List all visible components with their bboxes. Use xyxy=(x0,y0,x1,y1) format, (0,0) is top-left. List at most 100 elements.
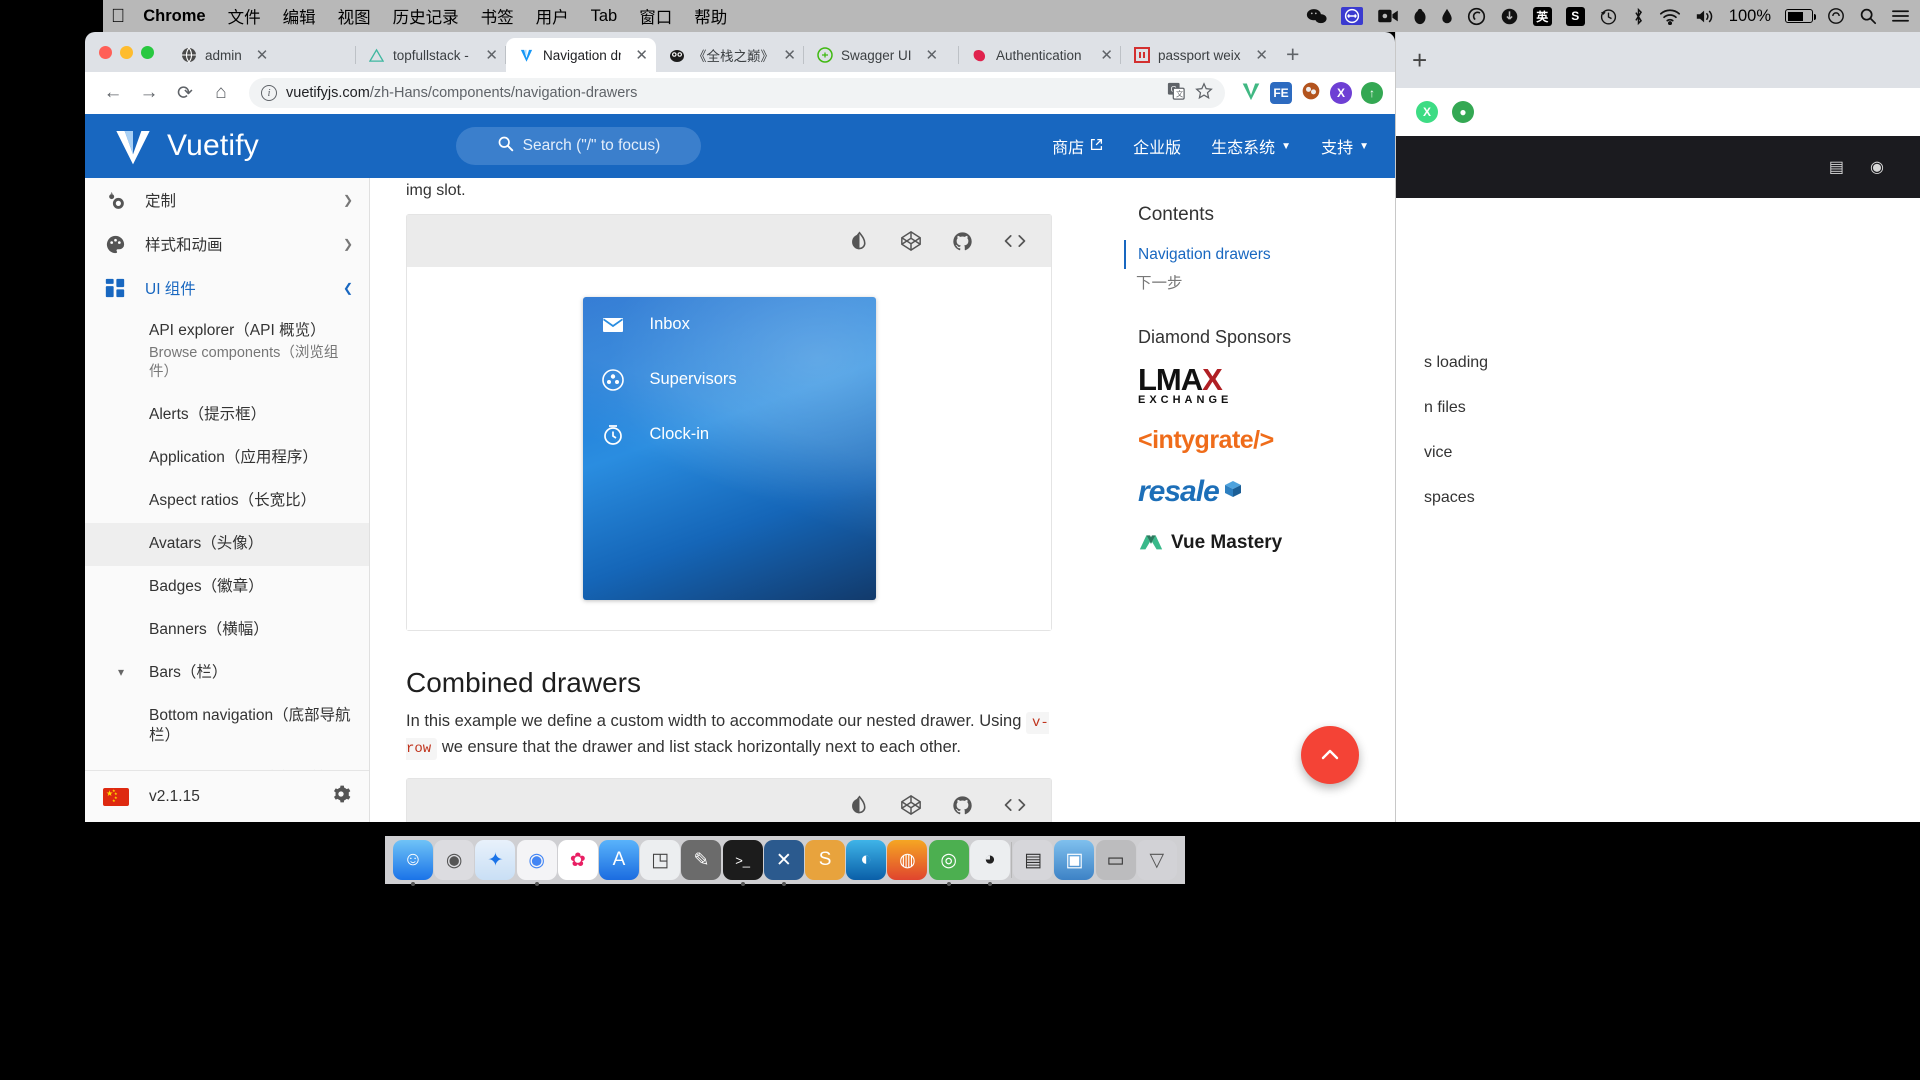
minimize-window-button[interactable] xyxy=(120,45,133,59)
screen-record-icon[interactable] xyxy=(1377,8,1399,24)
nav-item-ecosystem[interactable]: 生态系统 ▼ xyxy=(1211,134,1291,158)
dock-item-wechat[interactable]: ◎ xyxy=(928,840,969,886)
sidebar-item-bars[interactable]: Bars（栏） xyxy=(85,652,369,695)
profile-green-icon[interactable]: ↑ xyxy=(1361,82,1383,104)
site-info-icon[interactable]: i xyxy=(261,85,277,101)
codepen-icon[interactable] xyxy=(900,230,922,252)
dock-item-sublime[interactable]: S xyxy=(805,840,846,880)
toc-link-next-step[interactable]: 下一步 xyxy=(1124,269,1371,298)
github-icon[interactable] xyxy=(952,795,973,816)
dock-item-qq[interactable]: ◕ xyxy=(969,840,1010,886)
browser-tab[interactable]: topfullstack - topfu ✕ xyxy=(356,38,506,72)
apple-logo-icon[interactable]:  xyxy=(111,7,125,26)
menu-edit[interactable]: 编辑 xyxy=(283,4,316,28)
browser-tab[interactable]: admin ✕ xyxy=(168,38,356,72)
contrast-icon[interactable] xyxy=(849,230,870,252)
dock-item-gimp[interactable]: ✎ xyxy=(681,840,722,880)
dock-item-charles[interactable]: ▤ xyxy=(1013,840,1054,880)
sidebar-group-styles[interactable]: 样式和动画 ❯ xyxy=(85,222,369,266)
menu-chrome[interactable]: Chrome xyxy=(143,7,205,26)
dock-item-chrome[interactable]: ◉ xyxy=(516,840,557,886)
drawer-item-supervisors[interactable]: Supervisors xyxy=(583,352,876,407)
close-tab-button[interactable]: ✕ xyxy=(485,46,498,64)
contrast-icon[interactable] xyxy=(849,795,870,816)
vuetify-logo[interactable]: Vuetify xyxy=(111,126,373,166)
chevron-down-icon[interactable]: ❯ xyxy=(343,193,353,207)
close-tab-button[interactable]: ✕ xyxy=(635,46,648,64)
window-controls[interactable] xyxy=(93,32,168,72)
creative-cloud-icon[interactable] xyxy=(1467,7,1486,26)
dock-item-edge[interactable]: ◐ xyxy=(846,840,887,880)
code-icon[interactable] xyxy=(1003,795,1027,815)
menu-help[interactable]: 帮助 xyxy=(694,4,727,28)
time-machine-icon[interactable] xyxy=(1599,7,1618,26)
control-center-icon[interactable] xyxy=(1891,8,1910,24)
star-icon[interactable] xyxy=(1195,82,1213,104)
toc-link-navigation-drawers[interactable]: Navigation drawers xyxy=(1124,240,1371,270)
scroll-to-top-button[interactable] xyxy=(1301,726,1359,784)
dock-item-photos[interactable]: ✿ xyxy=(557,840,598,880)
sidebar-item-application[interactable]: Application（应用程序） xyxy=(85,437,369,480)
maximize-window-button[interactable] xyxy=(141,45,154,59)
forward-button[interactable]: → xyxy=(133,77,165,109)
menu-file[interactable]: 文件 xyxy=(228,4,261,28)
sponsor-resale[interactable]: resale xyxy=(1138,475,1371,509)
siri-icon[interactable] xyxy=(1827,7,1845,25)
sidebar-item-banners[interactable]: Banners（横幅） xyxy=(85,609,369,652)
nav-item-store[interactable]: 商店 xyxy=(1052,134,1103,158)
dock-item-preview[interactable]: ◳ xyxy=(640,840,681,880)
menu-profiles[interactable]: 用户 xyxy=(536,4,569,28)
nav-item-enterprise[interactable]: 企业版 xyxy=(1133,134,1181,158)
menu-bookmarks[interactable]: 书签 xyxy=(481,4,514,28)
sidebar-item-bottom-navigation[interactable]: Bottom navigation（底部导航栏） xyxy=(85,695,369,759)
close-window-button[interactable] xyxy=(99,45,112,59)
navigation-drawer-demo[interactable]: Inbox Supervisors Clock-in xyxy=(582,297,876,600)
home-button[interactable]: ⌂ xyxy=(205,77,237,109)
background-new-tab-button[interactable]: + xyxy=(1412,45,1427,76)
sogou-icon[interactable]: S xyxy=(1565,6,1585,26)
back-button[interactable]: ← xyxy=(97,77,129,109)
discord-icon[interactable]: ◉ xyxy=(1870,157,1884,177)
dock-item-display[interactable]: ▭ xyxy=(1095,840,1136,880)
menu-history[interactable]: 历史记录 xyxy=(393,4,459,28)
sponsor-intygrate[interactable]: <intygrate/> xyxy=(1138,426,1371,455)
sidebar-item-alerts[interactable]: Alerts（提示框） xyxy=(85,394,369,437)
browser-tab[interactable]: Swagger UI ✕ xyxy=(804,38,959,72)
browser-tab-active[interactable]: Navigation drawer ✕ xyxy=(506,38,656,72)
volume-icon[interactable] xyxy=(1695,8,1715,25)
account-x-icon[interactable]: X xyxy=(1330,82,1352,104)
search-icon[interactable] xyxy=(1859,7,1877,25)
docs-sidebar-scroll[interactable]: 定制 ❯ 样式和动画 ❯ UI 组件 ❮ API explorer（API 概览… xyxy=(85,178,369,770)
dock-item-folder[interactable]: ▣ xyxy=(1054,840,1095,880)
browser-tab[interactable]: Authentication | Ne ✕ xyxy=(959,38,1121,72)
close-tab-button[interactable]: ✕ xyxy=(1100,46,1113,64)
close-tab-button[interactable]: ✕ xyxy=(1255,46,1268,64)
drop-icon[interactable] xyxy=(1441,8,1453,25)
sidebar-item-avatars[interactable]: Avatars（头像） xyxy=(85,522,369,566)
close-tab-button[interactable]: ✕ xyxy=(783,46,796,64)
fe-helper-icon[interactable]: FE xyxy=(1270,82,1292,104)
menu-icon[interactable]: ▤ xyxy=(1829,157,1844,177)
code-icon[interactable] xyxy=(1003,231,1027,251)
dock-item-finder[interactable]: ☺ xyxy=(393,840,433,886)
input-method-icon[interactable]: 英 xyxy=(1532,6,1552,26)
drawer-item-inbox[interactable]: Inbox xyxy=(583,297,876,352)
dock-item-firefox[interactable]: ◍ xyxy=(887,840,928,880)
language-flag-icon[interactable]: ★ ★ ★ ★ ★ xyxy=(103,787,129,806)
sidebar-item-bottom-sheets[interactable]: Bottom sheets（底部表单） xyxy=(85,758,369,770)
sponsor-vue-mastery[interactable]: Vue Mastery xyxy=(1138,529,1371,558)
vuejs-devtools-icon[interactable] xyxy=(1241,81,1261,106)
dock-item-terminal[interactable]: >_ xyxy=(722,840,763,886)
battery-icon[interactable] xyxy=(1785,9,1816,23)
sidebar-item-api-explorer[interactable]: API explorer（API 概览） Browse components（浏… xyxy=(85,310,369,394)
sidebar-group-ui-components[interactable]: UI 组件 ❮ xyxy=(85,266,369,310)
sidebar-item-badges[interactable]: Badges（徽章） xyxy=(85,566,369,609)
gear-icon[interactable] xyxy=(331,784,351,810)
chevron-down-icon[interactable]: ❯ xyxy=(343,237,353,251)
dock-item-appstore[interactable]: A xyxy=(599,840,640,880)
wechat-icon[interactable] xyxy=(1306,8,1327,24)
browser-tab[interactable]: 《全栈之巅》视频 ✕ xyxy=(656,38,804,72)
dock-item-safari[interactable]: ✦ xyxy=(475,840,516,880)
menu-window[interactable]: 窗口 xyxy=(639,4,672,28)
dock-item-vscode[interactable]: ✕ xyxy=(763,840,804,886)
